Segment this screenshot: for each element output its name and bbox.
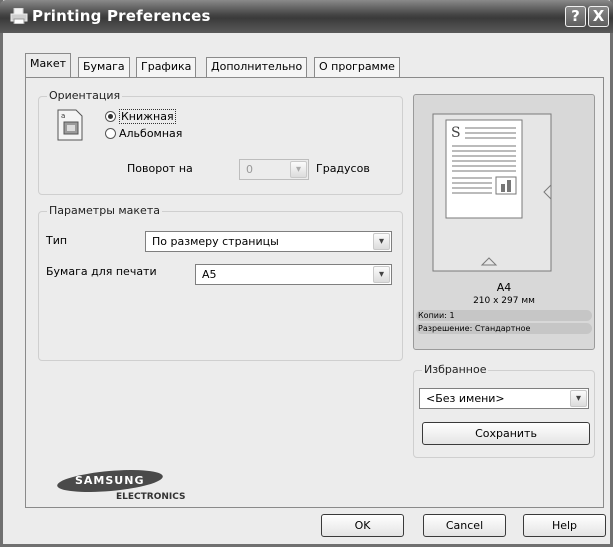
tab-label: Макет bbox=[30, 57, 67, 70]
cancel-button-label: Cancel bbox=[445, 519, 484, 532]
orientation-landscape-option[interactable]: Альбомная bbox=[105, 127, 182, 140]
tab-about[interactable]: О программе bbox=[314, 57, 400, 77]
page-layout-preview-icon: S bbox=[432, 113, 552, 272]
help-button-label: Help bbox=[551, 519, 578, 532]
paper-size-combo[interactable]: A5 ▾ bbox=[195, 264, 392, 285]
orientation-group: Ориентация a Книжная Альбомная Поворот н… bbox=[38, 89, 403, 195]
tab-label: О программе bbox=[319, 60, 395, 73]
layout-type-combo[interactable]: По размеру страницы ▾ bbox=[145, 231, 392, 252]
tab-advanced[interactable]: Дополнительно bbox=[206, 57, 308, 77]
page-preview: S A4 210 x 297 мм Копии: 1 Разрешение: С… bbox=[413, 94, 595, 350]
copies-info: Копии: 1 bbox=[416, 310, 592, 321]
close-icon: X bbox=[592, 7, 605, 25]
tab-layout[interactable]: Макет bbox=[25, 53, 72, 77]
favorites-value: <Без имени> bbox=[426, 392, 505, 405]
ok-button[interactable]: OK bbox=[321, 514, 404, 537]
save-favorite-button[interactable]: Сохранить bbox=[422, 422, 590, 445]
chevron-down-icon[interactable]: ▾ bbox=[373, 233, 390, 250]
orientation-group-title: Ориентация bbox=[47, 89, 123, 102]
chevron-down-icon[interactable]: ▾ bbox=[570, 390, 587, 407]
degrees-label: Градусов bbox=[316, 162, 370, 175]
layout-options-group: Параметры макета Тип По размеру страницы… bbox=[38, 204, 403, 361]
favorites-combo[interactable]: <Без имени> ▾ bbox=[419, 388, 589, 409]
help-title-button[interactable]: ? bbox=[565, 6, 586, 27]
portrait-page-icon: a bbox=[57, 109, 83, 141]
radio-label-portrait: Книжная bbox=[119, 109, 176, 124]
chevron-down-icon[interactable]: ▾ bbox=[373, 266, 390, 283]
type-label: Тип bbox=[46, 234, 68, 247]
brand-name: SAMSUNG bbox=[75, 474, 145, 487]
tab-panel-layout: Ориентация a Книжная Альбомная Поворот н… bbox=[25, 77, 604, 508]
layout-options-group-title: Параметры макета bbox=[47, 204, 162, 217]
svg-text:S: S bbox=[451, 125, 461, 141]
favorites-group: Избранное <Без имени> ▾ Сохранить bbox=[413, 363, 595, 458]
printing-preferences-window: Printing Preferences ? X Макет Бумага Гр… bbox=[0, 0, 613, 547]
radio-label-landscape: Альбомная bbox=[119, 127, 183, 140]
tab-label: Дополнительно bbox=[211, 60, 303, 73]
rotate-label: Поворот на bbox=[127, 162, 193, 175]
cancel-button[interactable]: Cancel bbox=[423, 514, 506, 537]
paper-dimensions: 210 x 297 мм bbox=[473, 296, 535, 306]
resolution-info: Разрешение: Стандартное bbox=[416, 323, 592, 334]
close-button[interactable]: X bbox=[588, 6, 609, 27]
layout-type-value: По размеру страницы bbox=[152, 235, 279, 248]
ok-button-label: OK bbox=[354, 519, 371, 532]
radio-portrait[interactable] bbox=[105, 111, 116, 122]
paper-size-value: A5 bbox=[202, 268, 217, 281]
samsung-logo: SAMSUNG ELECTRONICS bbox=[56, 470, 206, 504]
tab-label: Графика bbox=[141, 60, 192, 73]
paper-label: Бумага для печати bbox=[46, 265, 157, 278]
window-title: Printing Preferences bbox=[32, 7, 211, 25]
help-icon: ? bbox=[571, 7, 580, 25]
svg-text:a: a bbox=[61, 112, 65, 120]
printer-icon bbox=[10, 8, 28, 24]
title-bar[interactable]: Printing Preferences ? X bbox=[0, 0, 613, 33]
save-button-label: Сохранить bbox=[475, 427, 537, 440]
orientation-portrait-option[interactable]: Книжная bbox=[105, 109, 176, 124]
tab-label: Бумага bbox=[83, 60, 125, 73]
favorites-group-title: Избранное bbox=[422, 363, 489, 376]
radio-landscape[interactable] bbox=[105, 128, 116, 139]
paper-name: A4 bbox=[496, 281, 512, 294]
help-button[interactable]: Help bbox=[523, 514, 606, 537]
rotate-value: 0 bbox=[246, 163, 253, 176]
brand-sub: ELECTRONICS bbox=[116, 492, 186, 502]
tab-paper[interactable]: Бумага bbox=[78, 57, 130, 77]
tab-graphics[interactable]: Графика bbox=[136, 57, 197, 77]
rotate-combo[interactable]: 0 ▾ bbox=[239, 159, 309, 180]
chevron-down-icon[interactable]: ▾ bbox=[290, 161, 307, 178]
